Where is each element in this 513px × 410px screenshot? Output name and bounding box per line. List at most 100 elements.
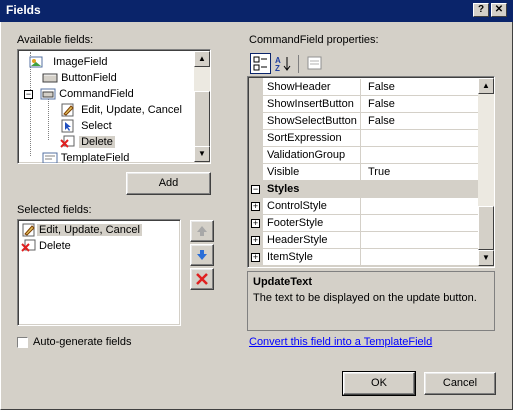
tree-item-select[interactable]: Select bbox=[60, 118, 112, 134]
property-pages-button[interactable] bbox=[304, 53, 325, 74]
property-row[interactable]: + HeaderStyle bbox=[249, 232, 478, 249]
selected-fields-label: Selected fields: bbox=[17, 204, 92, 216]
tree-item-edit-update-cancel[interactable]: Edit, Update, Cancel bbox=[60, 102, 182, 118]
list-item-label: Edit, Update, Cancel bbox=[37, 224, 142, 236]
tree-item-label: CommandField bbox=[59, 88, 134, 100]
expand-icon[interactable]: + bbox=[251, 202, 260, 211]
property-name: Visible bbox=[263, 164, 361, 180]
tree-item-delete[interactable]: Delete bbox=[60, 134, 115, 150]
property-row[interactable]: SortExpression bbox=[249, 130, 478, 147]
property-row[interactable]: + ItemStyle bbox=[249, 249, 478, 266]
template-field-icon bbox=[42, 151, 58, 163]
property-name: HeaderStyle bbox=[263, 232, 361, 248]
tree-item-templatefield[interactable]: TemplateField bbox=[42, 150, 129, 163]
property-value[interactable] bbox=[364, 249, 368, 265]
ok-button[interactable]: OK bbox=[342, 371, 416, 396]
tree-item-buttonfield[interactable]: ButtonField bbox=[42, 70, 117, 86]
convert-template-link[interactable]: Convert this field into a TemplateField bbox=[249, 336, 432, 348]
property-grid[interactable]: ShowHeader False ShowInsertButton False Show… bbox=[247, 76, 495, 268]
property-value[interactable] bbox=[364, 130, 368, 146]
collapse-icon[interactable]: − bbox=[24, 90, 33, 99]
property-name: FooterStyle bbox=[263, 215, 361, 231]
add-button[interactable]: Add bbox=[126, 172, 211, 195]
property-value[interactable]: False bbox=[364, 79, 395, 95]
available-fields-list: ImageField ButtonField − CommandField Ed… bbox=[20, 52, 192, 163]
description-pane: UpdateText The text to be displayed on t… bbox=[247, 271, 495, 331]
property-row[interactable]: ShowSelectButton False bbox=[249, 113, 478, 130]
autogen-checkbox[interactable] bbox=[17, 337, 28, 348]
button-field-icon bbox=[42, 71, 58, 85]
svg-text:Z: Z bbox=[275, 64, 280, 73]
property-name: ValidationGroup bbox=[263, 147, 361, 163]
list-item-label: Delete bbox=[39, 240, 71, 252]
properties-toolbar: AZ bbox=[249, 52, 495, 76]
selected-fields-list[interactable]: Edit, Update, Cancel Delete bbox=[17, 219, 181, 326]
alphabetical-button[interactable]: AZ bbox=[273, 53, 294, 74]
property-value[interactable] bbox=[364, 198, 368, 214]
cancel-button[interactable]: Cancel bbox=[424, 372, 496, 395]
edit-command-icon bbox=[60, 103, 76, 117]
property-value[interactable]: False bbox=[364, 96, 395, 112]
property-value[interactable] bbox=[364, 215, 368, 231]
tree-item-label: ButtonField bbox=[61, 72, 117, 84]
property-name: ShowHeader bbox=[263, 79, 361, 95]
property-row[interactable]: + ControlStyle bbox=[249, 198, 478, 215]
selected-item-delete[interactable]: Delete bbox=[21, 238, 71, 254]
help-button[interactable]: ? bbox=[473, 3, 489, 17]
remove-button[interactable] bbox=[190, 268, 214, 290]
property-name: ItemStyle bbox=[263, 249, 361, 265]
expand-icon[interactable]: + bbox=[251, 219, 260, 228]
property-grid-scrollbar[interactable]: ▲ ▼ bbox=[478, 78, 494, 266]
move-down-button[interactable] bbox=[190, 244, 214, 266]
property-name: ShowSelectButton bbox=[263, 113, 361, 129]
down-arrow-icon bbox=[197, 250, 207, 260]
description-title: UpdateText bbox=[253, 276, 313, 288]
expand-icon[interactable]: + bbox=[251, 253, 260, 262]
categorized-button[interactable] bbox=[250, 53, 271, 74]
property-pages-icon bbox=[307, 56, 322, 70]
property-rows: ShowHeader False ShowInsertButton False Show… bbox=[249, 79, 478, 267]
image-field-icon bbox=[28, 55, 44, 69]
property-value[interactable] bbox=[364, 147, 368, 163]
tree-item-label: Delete bbox=[79, 136, 115, 148]
tree-item-label: TemplateField bbox=[60, 152, 130, 163]
property-row[interactable]: ValidationGroup bbox=[249, 147, 478, 164]
property-name: ShowInsertButton bbox=[263, 96, 361, 112]
property-name: ControlStyle bbox=[263, 198, 361, 214]
available-fields-scrollbar[interactable]: ▲ ▼ bbox=[194, 51, 210, 162]
available-fields-tree[interactable]: ImageField ButtonField − CommandField Ed… bbox=[17, 49, 211, 164]
scroll-up-arrow-icon[interactable]: ▲ bbox=[478, 78, 494, 94]
title-bar[interactable]: Fields ? ✕ bbox=[0, 0, 513, 22]
scroll-thumb[interactable] bbox=[478, 206, 494, 250]
property-row[interactable]: − Styles bbox=[249, 181, 478, 198]
delete-command-icon bbox=[60, 135, 76, 149]
property-value[interactable]: True bbox=[364, 164, 390, 180]
collapse-icon[interactable]: − bbox=[251, 185, 260, 194]
up-arrow-icon bbox=[197, 226, 207, 236]
tree-item-imagefield[interactable]: ImageField bbox=[28, 54, 107, 70]
scroll-up-arrow-icon[interactable]: ▲ bbox=[194, 51, 210, 67]
scroll-down-arrow-icon[interactable]: ▼ bbox=[194, 146, 210, 162]
property-row[interactable]: ShowInsertButton False bbox=[249, 96, 478, 113]
autogen-label: Auto-generate fields bbox=[33, 336, 132, 348]
delete-x-icon bbox=[196, 273, 208, 285]
expand-icon[interactable]: + bbox=[251, 236, 260, 245]
command-field-icon bbox=[40, 87, 56, 101]
toolbar-separator bbox=[298, 55, 299, 73]
property-value[interactable] bbox=[364, 232, 368, 248]
edit-command-icon bbox=[21, 223, 37, 237]
tree-item-label: Edit, Update, Cancel bbox=[81, 104, 182, 116]
property-row[interactable]: Visible True bbox=[249, 164, 478, 181]
select-command-icon bbox=[60, 119, 76, 133]
property-row[interactable]: + FooterStyle bbox=[249, 215, 478, 232]
alphabetical-icon: AZ bbox=[275, 56, 291, 73]
scroll-down-arrow-icon[interactable]: ▼ bbox=[478, 250, 494, 266]
property-value[interactable]: False bbox=[364, 113, 395, 129]
window-title: Fields bbox=[6, 3, 41, 17]
selected-item-edit-update-cancel[interactable]: Edit, Update, Cancel bbox=[21, 222, 142, 238]
scroll-thumb[interactable] bbox=[194, 91, 210, 147]
property-row[interactable]: ShowHeader False bbox=[249, 79, 478, 96]
tree-item-commandfield[interactable]: − CommandField bbox=[24, 86, 134, 102]
close-button[interactable]: ✕ bbox=[491, 3, 507, 17]
move-up-button[interactable] bbox=[190, 220, 214, 242]
